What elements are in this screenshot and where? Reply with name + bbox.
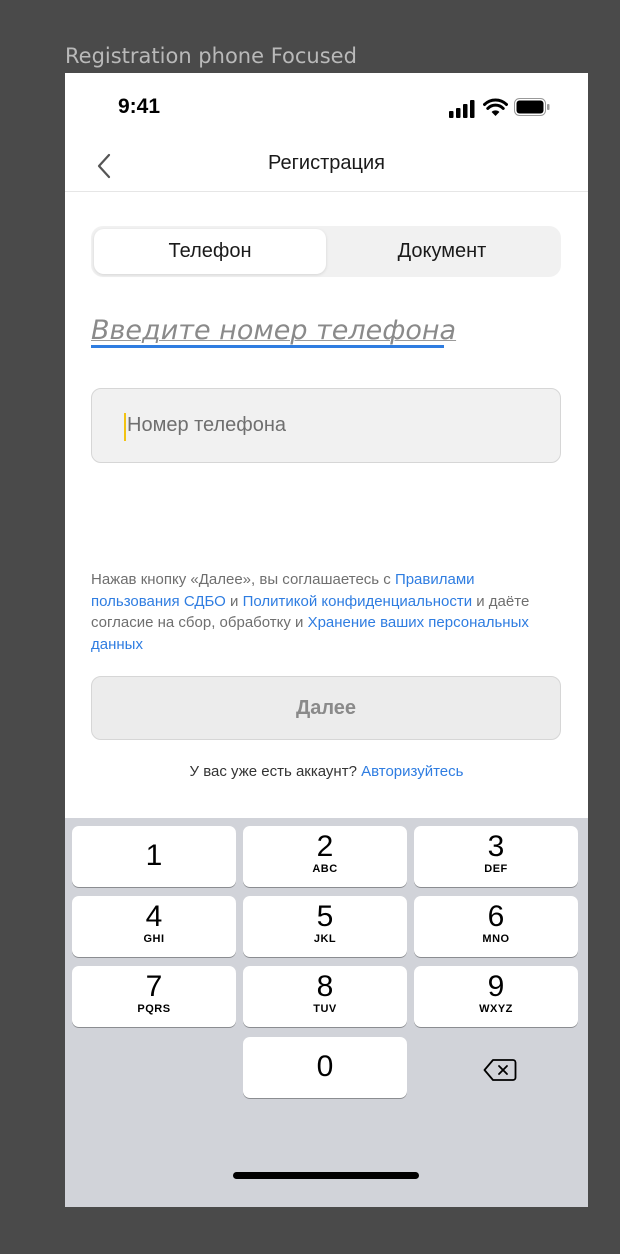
wifi-icon bbox=[483, 98, 508, 116]
key-letters: TUV bbox=[313, 1003, 337, 1015]
text-caret bbox=[124, 413, 126, 441]
key-4[interactable]: 4 GHI bbox=[72, 896, 236, 957]
home-indicator bbox=[233, 1172, 419, 1179]
cellular-signal-icon bbox=[449, 100, 475, 118]
consent-text: Нажав кнопку «Далее», вы соглашаетесь с … bbox=[91, 569, 531, 655]
key-6[interactable]: 6 MNO bbox=[414, 896, 578, 957]
phone-number-placeholder: Номер телефона bbox=[127, 414, 287, 436]
key-letters: MNO bbox=[482, 933, 510, 945]
consent-text-part: Нажав кнопку «Далее», вы соглашаетесь с bbox=[91, 571, 395, 588]
privacy-policy-link[interactable]: Политикой конфиденциальности bbox=[243, 593, 473, 610]
status-time: 9:41 bbox=[118, 95, 161, 118]
nav-bar: Регистрация bbox=[65, 139, 588, 192]
form-heading: Введите номер телефона bbox=[91, 315, 457, 346]
next-button[interactable]: Далее bbox=[91, 676, 561, 740]
key-2[interactable]: 2 ABC bbox=[243, 826, 407, 887]
key-digit: 8 bbox=[316, 970, 334, 1003]
status-bar: 9:41 bbox=[65, 73, 588, 139]
key-3[interactable]: 3 DEF bbox=[414, 826, 578, 887]
tab-phone[interactable]: Телефон bbox=[94, 229, 326, 274]
key-digit: 3 bbox=[487, 830, 505, 863]
key-7[interactable]: 7 PQRS bbox=[72, 966, 236, 1027]
key-1[interactable]: 1 bbox=[72, 826, 236, 887]
numeric-keyboard: 1 2 ABC 3 DEF 4 GHI 5 JKL 6 MNO 7 PQRS 8… bbox=[65, 818, 588, 1207]
phone-screen: 9:41 Регистрация Телефон Документ Введит… bbox=[65, 73, 588, 1207]
tab-document[interactable]: Документ bbox=[326, 229, 558, 274]
heading-highlight-line bbox=[91, 345, 444, 348]
key-digit: 0 bbox=[316, 1050, 334, 1083]
page-title: Регистрация bbox=[268, 152, 385, 174]
key-digit: 4 bbox=[145, 900, 163, 933]
key-letters: PQRS bbox=[137, 1003, 171, 1015]
battery-icon bbox=[514, 98, 550, 116]
key-9[interactable]: 9 WXYZ bbox=[414, 966, 578, 1027]
key-0[interactable]: 0 bbox=[243, 1037, 407, 1098]
key-letters: DEF bbox=[484, 863, 508, 875]
login-prompt-text: У вас уже есть аккаунт? bbox=[189, 763, 362, 780]
key-digit: 2 bbox=[316, 830, 334, 863]
key-letters: JKL bbox=[313, 933, 337, 945]
login-link[interactable]: Авторизуйтесь bbox=[361, 763, 463, 780]
key-digit: 7 bbox=[145, 970, 163, 1003]
key-letters: WXYZ bbox=[479, 1003, 513, 1015]
key-digit: 9 bbox=[487, 970, 505, 1003]
frame-label: Registration phone Focused bbox=[65, 44, 357, 68]
registration-type-switcher: Телефон Документ bbox=[91, 226, 561, 277]
key-digit: 5 bbox=[316, 900, 334, 933]
key-letters: GHI bbox=[143, 933, 165, 945]
key-5[interactable]: 5 JKL bbox=[243, 896, 407, 957]
key-digit: 6 bbox=[487, 900, 505, 933]
key-letters: ABC bbox=[312, 863, 338, 875]
key-digit: 1 bbox=[145, 839, 163, 872]
backspace-icon[interactable] bbox=[483, 1058, 517, 1082]
phone-number-field[interactable]: Номер телефона bbox=[91, 388, 561, 463]
consent-text-part: и bbox=[225, 592, 243, 610]
login-prompt: У вас уже есть аккаунт? Авторизуйтесь bbox=[65, 763, 588, 780]
key-8[interactable]: 8 TUV bbox=[243, 966, 407, 1027]
